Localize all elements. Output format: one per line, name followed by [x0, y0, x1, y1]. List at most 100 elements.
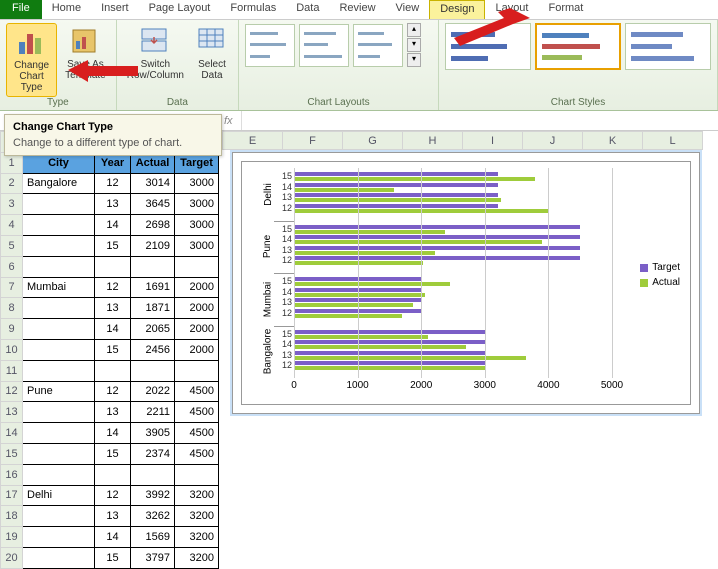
cell[interactable]: 3797: [131, 547, 175, 568]
row-header[interactable]: 8: [1, 298, 23, 319]
cell[interactable]: [95, 464, 131, 485]
row-header[interactable]: 20: [1, 547, 23, 568]
row-header[interactable]: 6: [1, 256, 23, 277]
cell[interactable]: 3000: [175, 173, 219, 194]
cell[interactable]: 12: [95, 277, 131, 298]
cell[interactable]: Delhi: [23, 485, 95, 506]
tab-page-layout[interactable]: Page Layout: [139, 0, 221, 19]
row-header[interactable]: 10: [1, 339, 23, 360]
cell[interactable]: 2374: [131, 443, 175, 464]
row-header[interactable]: 2: [1, 173, 23, 194]
tab-review[interactable]: Review: [329, 0, 385, 19]
col-header-G[interactable]: G: [343, 132, 403, 150]
col-header-H[interactable]: H: [403, 132, 463, 150]
cell[interactable]: 3200: [175, 527, 219, 548]
cell[interactable]: 12: [95, 485, 131, 506]
table-row[interactable]: 17Delhi1239923200: [1, 485, 219, 506]
cell[interactable]: [23, 339, 95, 360]
layout-scroll-up[interactable]: ▴: [407, 23, 421, 37]
cell[interactable]: [23, 298, 95, 319]
cell[interactable]: [131, 256, 175, 277]
col-header-E[interactable]: E: [223, 132, 283, 150]
cell[interactable]: [131, 360, 175, 381]
cell[interactable]: [175, 256, 219, 277]
cell[interactable]: 3000: [175, 215, 219, 236]
cell[interactable]: 3200: [175, 485, 219, 506]
table-row[interactable]: 31336453000: [1, 194, 219, 215]
change-chart-type-button[interactable]: Change Chart Type: [6, 23, 57, 97]
cell[interactable]: 13: [95, 194, 131, 215]
cell[interactable]: [23, 319, 95, 340]
cell[interactable]: 3905: [131, 423, 175, 444]
cell[interactable]: 13: [95, 298, 131, 319]
cell[interactable]: [23, 547, 95, 568]
table-row[interactable]: 81318712000: [1, 298, 219, 319]
cell[interactable]: 3014: [131, 173, 175, 194]
cell[interactable]: [23, 402, 95, 423]
row-header[interactable]: 3: [1, 194, 23, 215]
cell[interactable]: 1691: [131, 277, 175, 298]
cell[interactable]: Pune: [23, 381, 95, 402]
cell[interactable]: [23, 423, 95, 444]
table-row[interactable]: 91420652000: [1, 319, 219, 340]
table-row[interactable]: 16: [1, 464, 219, 485]
row-header[interactable]: 14: [1, 423, 23, 444]
row-header[interactable]: 13: [1, 402, 23, 423]
tab-home[interactable]: Home: [42, 0, 91, 19]
tab-view[interactable]: View: [386, 0, 430, 19]
cell[interactable]: 4500: [175, 381, 219, 402]
cell[interactable]: 4500: [175, 402, 219, 423]
table-row[interactable]: 12Pune1220224500: [1, 381, 219, 402]
cell[interactable]: 14: [95, 423, 131, 444]
cell[interactable]: 2000: [175, 319, 219, 340]
table-row[interactable]: 101524562000: [1, 339, 219, 360]
cell[interactable]: 2211: [131, 402, 175, 423]
cell[interactable]: 12: [95, 173, 131, 194]
layout-more[interactable]: ▾: [407, 53, 421, 67]
row-header[interactable]: 17: [1, 485, 23, 506]
cell[interactable]: 2000: [175, 277, 219, 298]
cell[interactable]: [23, 527, 95, 548]
cell[interactable]: [23, 443, 95, 464]
cell[interactable]: [23, 194, 95, 215]
row-header[interactable]: 12: [1, 381, 23, 402]
row-header[interactable]: 9: [1, 319, 23, 340]
cell[interactable]: 2000: [175, 339, 219, 360]
table-row[interactable]: 151523744500: [1, 443, 219, 464]
tab-file[interactable]: File: [0, 0, 42, 19]
table-row[interactable]: 51521093000: [1, 235, 219, 256]
col-header-J[interactable]: J: [523, 132, 583, 150]
cell[interactable]: 2109: [131, 235, 175, 256]
cell[interactable]: 3200: [175, 506, 219, 527]
cell[interactable]: 3000: [175, 194, 219, 215]
cell[interactable]: [23, 235, 95, 256]
tab-format[interactable]: Format: [538, 0, 593, 19]
cell[interactable]: 13: [95, 402, 131, 423]
row-header[interactable]: 19: [1, 527, 23, 548]
cell[interactable]: 3992: [131, 485, 175, 506]
row-header[interactable]: 11: [1, 360, 23, 381]
table-row[interactable]: 141439054500: [1, 423, 219, 444]
cell[interactable]: 12: [95, 381, 131, 402]
cell[interactable]: [131, 464, 175, 485]
cell[interactable]: 15: [95, 547, 131, 568]
col-header-K[interactable]: K: [583, 132, 643, 150]
cell[interactable]: [23, 360, 95, 381]
cell[interactable]: Bangalore: [23, 173, 95, 194]
cell[interactable]: 4500: [175, 423, 219, 444]
select-data-button[interactable]: Select Data: [192, 23, 232, 97]
cell[interactable]: Mumbai: [23, 277, 95, 298]
cell[interactable]: [175, 464, 219, 485]
table-row[interactable]: 191415693200: [1, 527, 219, 548]
tab-insert[interactable]: Insert: [91, 0, 139, 19]
chart-layout-3[interactable]: [353, 24, 403, 67]
table-row[interactable]: 11: [1, 360, 219, 381]
chart-style-2[interactable]: [535, 23, 621, 70]
cell[interactable]: 3000: [175, 235, 219, 256]
chart-layout-2[interactable]: [299, 24, 349, 67]
table-row[interactable]: 6: [1, 256, 219, 277]
cell[interactable]: 2000: [175, 298, 219, 319]
row-header[interactable]: 7: [1, 277, 23, 298]
cell[interactable]: [23, 506, 95, 527]
cell[interactable]: 13: [95, 506, 131, 527]
